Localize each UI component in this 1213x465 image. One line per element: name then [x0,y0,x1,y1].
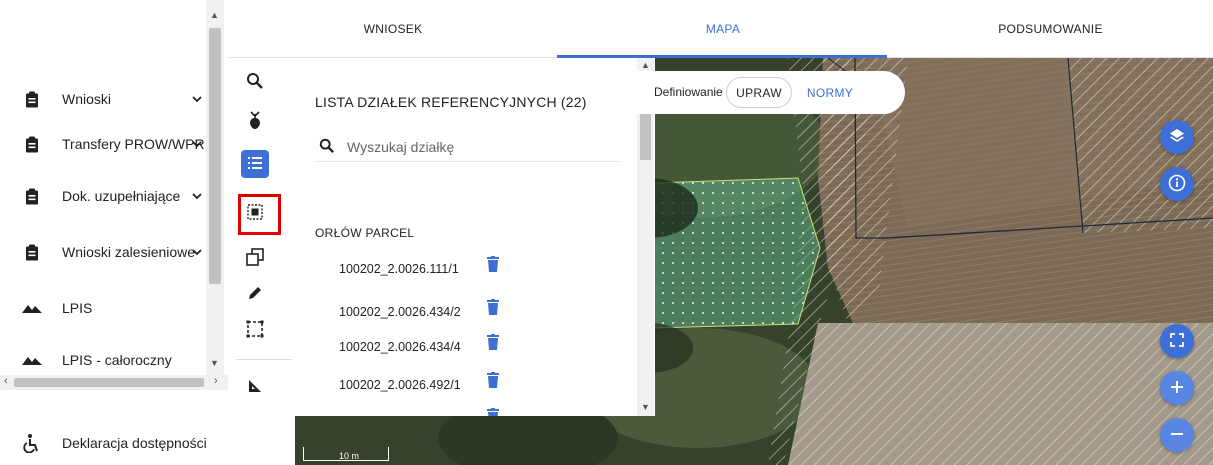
parcel-group-title: ORŁÓW PARCEL [315,226,415,240]
option-normy[interactable]: NORMY [798,77,862,108]
zoom-out-icon [1170,427,1184,444]
trash-icon[interactable] [487,256,501,274]
chevron-down-icon[interactable] [190,137,204,151]
option-upraw[interactable]: UPRAW [726,77,792,108]
copy-tool[interactable] [241,244,269,272]
parcel-id: 100202_2.0026.434/4 [339,340,461,354]
zoom-in-button[interactable] [1160,371,1194,405]
draw-tool[interactable] [241,280,269,308]
clipboard-icon [22,186,42,206]
map-tool-rail [228,58,295,465]
parcel-search [315,136,620,162]
highlight-box [238,194,281,235]
scrollbar-thumb[interactable] [14,378,204,387]
trash-icon[interactable] [487,334,501,352]
search-icon [246,72,264,93]
sidebar-item-lpis[interactable]: LPIS [0,293,206,323]
tab-mapa[interactable]: MAPA [558,0,888,58]
side-navigation-scroll-area: Wnioski Transfery PROW/WPR Dok. uzupełni… [0,0,228,390]
chevron-down-icon[interactable] [190,92,204,106]
sidebar-horizontal-scrollbar[interactable]: ‹ › [0,375,228,390]
parcel-row[interactable]: 100202_2.0026.111/1 [339,256,559,280]
fullscreen-icon [1170,332,1184,350]
sidebar-item-dok-uzupelniajace[interactable]: Dok. uzupełniające [0,181,206,211]
sidebar-item-label: LPIS [62,300,93,316]
scroll-left-arrow[interactable]: ‹ [4,375,8,387]
scroll-up-arrow[interactable]: ▲ [210,10,219,20]
sidebar-item-label: Wnioski [62,91,112,107]
definition-toggle: Definiowanie UPRAW NORMY [630,71,905,114]
scroll-down-arrow[interactable]: ▼ [210,358,219,368]
layers-button[interactable] [1160,120,1194,154]
sidebar-item-transfery[interactable]: Transfery PROW/WPR [0,129,206,159]
layers-icon [1169,128,1185,147]
trash-icon[interactable] [487,299,501,317]
scroll-up-arrow[interactable]: ▲ [641,60,650,70]
parcel-id: 100202_2.0026.111/1 [339,262,459,276]
parcel-id: 100202_2.0026.492/1 [339,378,461,392]
side-navigation: Wnioski Transfery PROW/WPR Dok. uzupełni… [0,0,228,465]
clipboard-icon [22,89,42,109]
scrollbar-thumb[interactable] [209,28,221,284]
search-icon [319,138,335,157]
crops-tool[interactable] [241,108,269,136]
tab-wniosek[interactable]: WNIOSEK [228,0,558,58]
mountains-icon [22,298,42,318]
clipboard-icon [22,134,42,154]
top-tabs: WNIOSEK MAPA PODSUMOWANIE [228,0,1213,58]
tab-podsumowanie[interactable]: PODSUMOWANIE [888,0,1213,58]
parcel-row[interactable]: 100202_2.0026.492/1 [339,372,559,396]
trash-icon[interactable] [487,408,501,416]
search-tool[interactable] [241,68,269,96]
tool-rail-divider [236,359,292,360]
parcel-id: 100202_2.0026.434/2 [339,305,461,319]
measure-tool[interactable] [241,373,269,401]
panel-title: LISTA DZIAŁEK REFERENCYJNYCH (22) [315,94,587,110]
scale-bar-label: 10 m [339,451,360,461]
parcel-search-input[interactable] [347,136,607,158]
info-icon [1168,174,1186,195]
sidebar-item-label: Dok. uzupełniające [62,188,181,204]
accessibility-declaration-label: Deklaracja dostępności [62,435,207,451]
sidebar-item-label: Transfery PROW/WPR [62,136,205,152]
accessibility-icon [22,433,42,454]
sidebar-item-wnioski-zalesieniowe[interactable]: Wnioski zalesieniowe [0,237,206,267]
zoom-out-button[interactable] [1160,418,1194,452]
trash-icon[interactable] [487,372,501,390]
dashed-rectangle-icon [246,320,264,341]
definition-label: Definiowanie [654,85,723,99]
zoom-in-icon [1170,380,1184,397]
rectangle-tool[interactable] [241,316,269,344]
copy-icon [246,247,264,269]
sidebar-item-label: Wnioski zalesieniowe [62,244,196,260]
parcel-row[interactable]: 100202_2.0026.434/2 [339,299,559,323]
fullscreen-button[interactable] [1160,324,1194,358]
sidebar-vertical-scrollbar[interactable]: ▲ ▼ [206,0,224,375]
ruler-triangle-icon [247,378,263,397]
parcel-row-partial[interactable] [339,408,559,416]
sidebar-item-lpis-caloroczny[interactable]: LPIS - całoroczny [0,345,206,375]
scroll-down-arrow[interactable]: ▼ [641,402,650,412]
list-icon [247,155,263,174]
info-button[interactable] [1160,167,1194,201]
chevron-down-icon[interactable] [190,245,204,259]
pencil-icon [247,285,263,304]
chevron-down-icon[interactable] [190,189,204,203]
plant-icon [247,110,263,134]
clipboard-icon [22,242,42,262]
parcel-row[interactable]: 100202_2.0026.434/4 [339,334,559,358]
scroll-right-arrow[interactable]: › [214,375,218,387]
mountains-icon [22,350,42,370]
sidebar-item-label: LPIS - całoroczny [62,352,172,368]
accessibility-declaration-link[interactable]: Deklaracja dostępności [22,430,222,456]
parcel-list-tool[interactable] [241,150,269,178]
reference-parcel-list-panel: LISTA DZIAŁEK REFERENCYJNYCH (22) ORŁÓW … [295,58,655,416]
sidebar-item-wnioski[interactable]: Wnioski [0,84,206,114]
